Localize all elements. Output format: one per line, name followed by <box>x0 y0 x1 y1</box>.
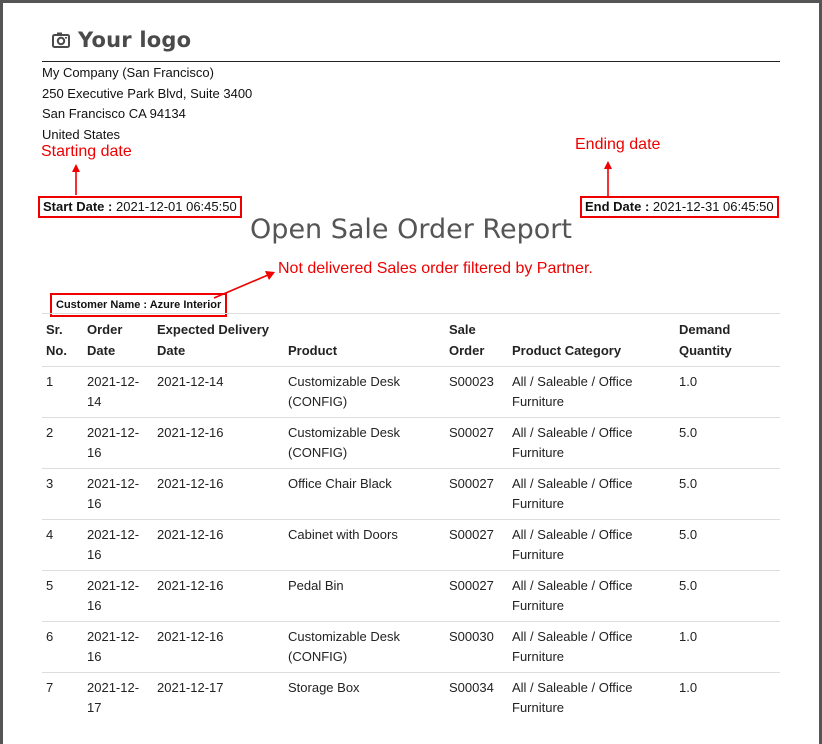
header-expected-delivery: Expected Delivery Date <box>153 313 284 367</box>
header-divider <box>42 61 780 62</box>
cell-category: All / Saleable / Office Furniture <box>512 680 633 715</box>
cell-category: All / Saleable / Office Furniture <box>508 366 675 418</box>
cell-product: Customizable Desk (CONFIG) <box>284 366 445 418</box>
cell-order-date: 2021-12- 14 <box>83 366 153 418</box>
cell-sale-order: S00027 <box>445 468 508 520</box>
start-date-value: 2021-12-01 06:45:50 <box>115 199 237 214</box>
end-date-value: 2021-12-31 06:45:50 <box>652 199 774 214</box>
cell-sr-no: 1 <box>42 366 83 418</box>
header-product: Product <box>284 313 445 367</box>
report-title: Open Sale Order Report <box>250 214 572 245</box>
cell-quantity: 1.0 <box>675 621 780 673</box>
company-name: My Company (San Francisco) <box>42 65 214 80</box>
table-row: 4 2021-12- 16 2021-12-16 Cabinet with Doo… <box>42 519 780 571</box>
cell-sale-order: S00023 <box>445 366 508 418</box>
cell-quantity: 5.0 <box>675 570 780 622</box>
table-row: 5 2021-12- 16 2021-12-16 Pedal Bin S00027… <box>42 570 780 622</box>
cell-expected-date: 2021-12-14 <box>153 366 284 418</box>
cell-category: All / Saleable / Office Furniture <box>508 519 675 571</box>
table-row: 3 2021-12- 16 2021-12-16 Office Chair Bla… <box>42 468 780 520</box>
open-sale-order-table: Sr. No. Order Date Expected Delivery Date P… <box>42 313 780 723</box>
end-date-label: End Date : <box>585 199 650 214</box>
cell-order-date: 2021-12- 16 <box>83 570 153 622</box>
customer-name-value: Azure Interior <box>149 299 222 311</box>
cell-order-date: 2021-12- 16 <box>83 468 153 520</box>
company-logo: Your logo <box>52 28 191 52</box>
cell-category: All / Saleable / Office Furniture <box>508 468 675 520</box>
company-street: 250 Executive Park Blvd, Suite 3400 <box>42 85 253 101</box>
logo-text: Your logo <box>78 28 192 52</box>
annotation-partner-filter: Not delivered Sales order filtered by Pa… <box>278 260 593 277</box>
cell-product: Customizable Desk (CONFIG) <box>284 417 445 469</box>
cell-sale-order: S00027 <box>445 519 508 571</box>
table-row: 7 2021-12- 17 2021-12-17 Storage Box S000… <box>42 673 780 724</box>
cell-expected-date: 2021-12-16 <box>153 570 284 622</box>
annotation-ending-date: Ending date <box>575 136 661 153</box>
cell-sr-no: 3 <box>42 468 83 520</box>
cell-product: Storage Box <box>288 680 360 695</box>
cell-sale-order: S00034 <box>449 680 494 695</box>
cell-category: All / Saleable / Office Furniture <box>508 417 675 469</box>
table-row: 6 2021-12- 16 2021-12-16 Customizable Des… <box>42 621 780 673</box>
cell-product: Office Chair Black <box>284 468 445 520</box>
cell-expected-date: 2021-12-16 <box>153 417 284 469</box>
cell-sr-no: 6 <box>42 621 83 673</box>
header-order-date: Order Date <box>83 313 153 367</box>
cell-category: All / Saleable / Office Furniture <box>508 621 675 673</box>
cell-sr-no: 4 <box>42 519 83 571</box>
cell-quantity: 1.0 <box>675 366 780 418</box>
header-sr-no: Sr. No. <box>42 313 83 367</box>
company-city: San Francisco CA 94134 <box>42 106 186 121</box>
cell-quantity: 1.0 <box>679 680 698 695</box>
cell-product: Cabinet with Doors <box>284 519 445 571</box>
cell-expected-date: 2021-12-16 <box>153 621 284 673</box>
table-row: 1 2021-12- 14 2021-12-14 Customizable Des… <box>42 366 780 418</box>
cell-order-date: 2021-12- 17 <box>87 680 140 715</box>
camera-icon <box>52 32 70 48</box>
cell-sale-order: S00027 <box>445 417 508 469</box>
header-sale-order: Sale Order <box>445 313 508 367</box>
page-frame-top <box>0 0 822 3</box>
cell-product: Pedal Bin <box>284 570 445 622</box>
cell-expected-date: 2021-12-16 <box>153 519 284 571</box>
page-frame-left <box>0 0 3 744</box>
company-country: United States <box>42 126 121 142</box>
table-row: 2 2021-12- 16 2021-12-16 Customizable Des… <box>42 417 780 469</box>
cell-order-date: 2021-12- 16 <box>83 519 153 571</box>
cell-sale-order: S00030 <box>445 621 508 673</box>
header-demand-quantity: Demand Quantity <box>675 313 780 367</box>
cell-quantity: 5.0 <box>675 468 780 520</box>
cell-sr-no: 2 <box>42 417 83 469</box>
customer-name-label: Customer Name : <box>56 299 148 311</box>
cell-quantity: 5.0 <box>675 519 780 571</box>
start-date-label: Start Date : <box>43 199 113 214</box>
cell-product: Customizable Desk (CONFIG) <box>284 621 445 673</box>
cell-order-date: 2021-12- 16 <box>83 621 153 673</box>
header-product-category: Product Category <box>508 313 675 367</box>
cell-sr-no: 7 <box>46 680 54 695</box>
cell-expected-date: 2021-12-16 <box>153 468 284 520</box>
cell-category: All / Saleable / Office Furniture <box>508 570 675 622</box>
arrow-up-icon <box>72 164 80 195</box>
company-address: My Company (San Francisco) 250 Executive… <box>42 63 252 145</box>
cell-order-date: 2021-12- 16 <box>83 417 153 469</box>
table-header-row: Sr. No. Order Date Expected Delivery Date P… <box>42 313 780 367</box>
cell-expected-date: 2021-12-17 <box>157 680 224 695</box>
arrow-up-icon <box>604 161 612 196</box>
cell-sr-no: 5 <box>42 570 83 622</box>
annotation-starting-date: Starting date <box>41 143 132 160</box>
cell-sale-order: S00027 <box>445 570 508 622</box>
cell-quantity: 5.0 <box>675 417 780 469</box>
